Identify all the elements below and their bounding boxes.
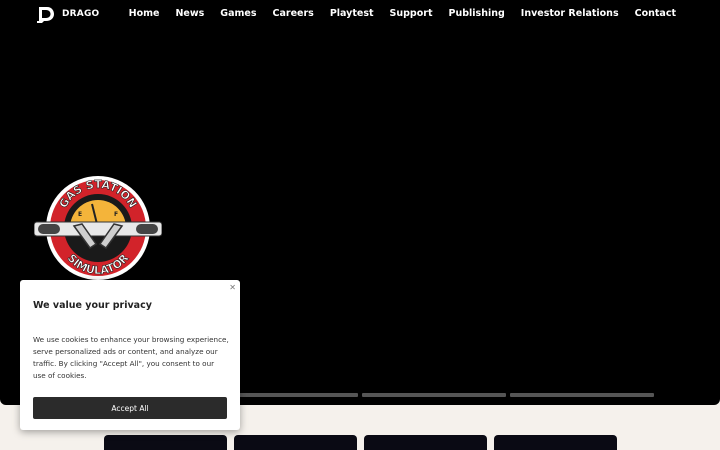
game-card[interactable]	[364, 435, 487, 450]
drago-logo-icon	[37, 7, 54, 23]
cookie-body-text: We use cookies to enhance your browsing …	[33, 335, 229, 380]
close-icon[interactable]: ✕	[229, 283, 236, 292]
nav-item-careers[interactable]: Careers	[273, 8, 314, 19]
accept-all-button[interactable]: Accept All	[33, 397, 227, 419]
slide-indicator[interactable]	[362, 393, 506, 397]
nav-item-playtest[interactable]: Playtest	[330, 8, 374, 19]
game-card[interactable]	[104, 435, 227, 450]
cookie-consent-dialog: ✕ We value your privacy We use cookies t…	[20, 280, 240, 430]
game-cards-row	[104, 435, 617, 450]
nav-item-support[interactable]: Support	[390, 8, 433, 19]
game-card[interactable]	[494, 435, 617, 450]
main-nav: DRAGO Home News Games Careers Playtest S…	[0, 0, 720, 28]
nav-item-publishing[interactable]: Publishing	[449, 8, 505, 19]
cookie-title: We value your privacy	[33, 300, 152, 311]
game-card[interactable]	[234, 435, 357, 450]
gas-station-simulator-logo[interactable]: E F GAS STATION SIMULATOR	[34, 172, 162, 282]
nav-item-contact[interactable]: Contact	[635, 8, 676, 19]
svg-text:F: F	[114, 211, 118, 218]
nav-item-home[interactable]: Home	[129, 8, 160, 19]
nav-menu: Home News Games Careers Playtest Support…	[129, 8, 676, 19]
nav-item-news[interactable]: News	[175, 8, 204, 19]
slide-indicator[interactable]	[510, 393, 654, 397]
nav-item-games[interactable]: Games	[220, 8, 256, 19]
nav-item-investor-relations[interactable]: Investor Relations	[521, 8, 619, 19]
brand-logo[interactable]: DRAGO	[36, 4, 99, 24]
brand-name: DRAGO	[62, 9, 100, 19]
svg-text:E: E	[78, 211, 82, 218]
